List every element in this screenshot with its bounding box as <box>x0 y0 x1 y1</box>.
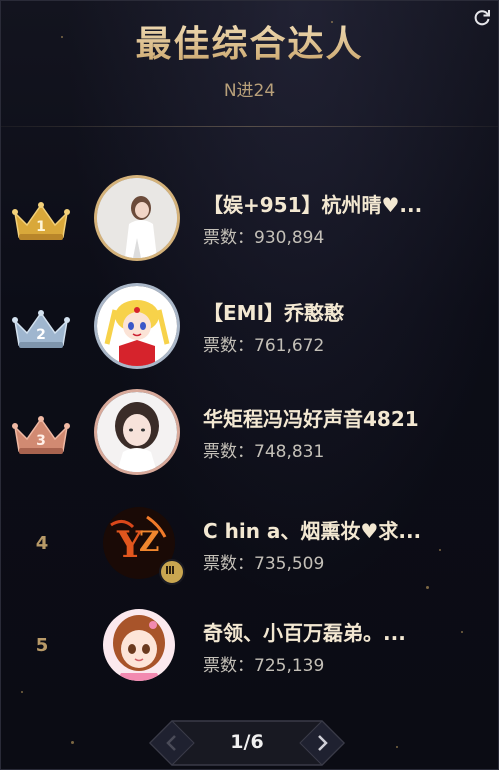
header: 最佳综合达人 N进24 <box>1 1 498 126</box>
pagination: 1/6 <box>148 717 346 769</box>
user-name[interactable]: C hin a、烟熏妆♥求... <box>203 515 478 544</box>
crown-icon: 3 <box>11 415 71 457</box>
user-name[interactable]: 华矩程冯冯好声音4821 <box>203 403 478 432</box>
total-pages: /6 <box>243 731 264 753</box>
list-item[interactable]: 4 Y Z C hin a、烟熏妆♥求... 票数：735,509 <box>1 503 498 593</box>
header-divider <box>1 126 498 127</box>
round-subtitle: N进24 <box>223 81 276 101</box>
list-item[interactable]: 2 【EMI】乔憨憨 票数：761,672 <box>1 285 498 375</box>
vote-count: 票数：725,139 <box>203 651 324 676</box>
avatar[interactable] <box>103 609 175 681</box>
votes-label: 票数： <box>203 656 254 676</box>
vote-count: 票数：930,894 <box>203 223 324 248</box>
user-name[interactable]: 【娱+951】杭州晴♥... <box>203 189 478 218</box>
votes-label: 票数： <box>203 442 254 462</box>
rank-number: 3 <box>36 433 46 449</box>
level-badge-icon <box>159 559 185 585</box>
vote-count: 票数：748,831 <box>203 437 324 462</box>
votes-label: 票数： <box>203 554 254 574</box>
votes-value: 735,509 <box>254 554 325 574</box>
avatar[interactable] <box>97 286 177 366</box>
votes-label: 票数： <box>203 228 254 248</box>
vote-count: 票数：735,509 <box>203 549 324 574</box>
sparkle-decoration <box>396 746 398 748</box>
leaderboard-panel: 最佳综合达人 N进24 1 【娱+951】杭州晴♥... 票数：930,894 … <box>0 0 499 770</box>
sparkle-decoration <box>71 741 74 744</box>
avatar[interactable] <box>97 392 177 472</box>
rank-number: 1 <box>36 219 46 235</box>
list-item[interactable]: 5 奇领、小百万磊弟。... 票数：725,139 <box>1 605 498 695</box>
crown-icon: 2 <box>11 309 71 351</box>
chevron-right-icon <box>318 735 328 751</box>
avatar[interactable] <box>97 178 177 258</box>
svg-text:Z: Z <box>139 525 159 558</box>
votes-value: 725,139 <box>254 656 325 676</box>
prev-page-button[interactable] <box>152 723 192 763</box>
refresh-icon[interactable] <box>472 7 492 27</box>
rank-number: 4 <box>35 533 49 554</box>
rank-number: 5 <box>35 635 49 656</box>
vote-count: 票数：761,672 <box>203 331 324 356</box>
current-page: 1 <box>230 731 244 753</box>
user-name[interactable]: 【EMI】乔憨憨 <box>203 297 478 326</box>
votes-value: 761,672 <box>254 336 325 356</box>
rank-number: 2 <box>36 327 46 343</box>
page-indicator: 1/6 <box>198 731 296 753</box>
page-title: 最佳综合达人 <box>1 15 498 67</box>
user-name[interactable]: 奇领、小百万磊弟。... <box>203 617 478 646</box>
list-item[interactable]: 1 【娱+951】杭州晴♥... 票数：930,894 <box>1 177 498 267</box>
votes-label: 票数： <box>203 336 254 356</box>
chevron-left-icon <box>166 735 176 751</box>
votes-value: 748,831 <box>254 442 325 462</box>
votes-value: 930,894 <box>254 228 325 248</box>
next-page-button[interactable] <box>302 723 342 763</box>
list-item[interactable]: 3 华矩程冯冯好声音4821 票数：748,831 <box>1 391 498 481</box>
crown-icon: 1 <box>11 201 71 243</box>
